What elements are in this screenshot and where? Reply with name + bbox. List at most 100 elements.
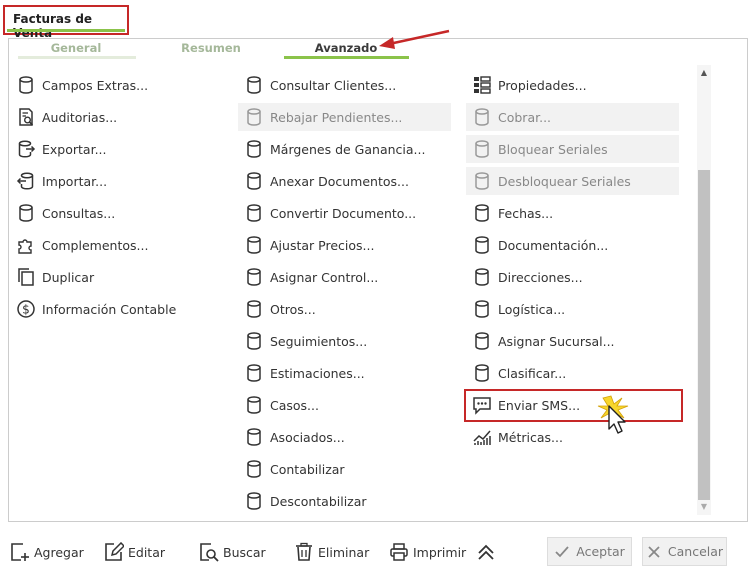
menu-item-logistica[interactable]: Logística... [466,295,679,323]
menu-item-direcciones[interactable]: Direcciones... [466,263,679,291]
database-icon [247,172,261,190]
cancel-button[interactable]: Cancelar [642,537,727,566]
menu-item-label: Casos... [270,397,319,413]
database-icon [247,268,261,286]
add-icon [11,543,29,561]
menu-item-complementos[interactable]: Complementos... [10,231,220,259]
menu-item-label: Cobrar... [498,109,552,125]
properties-icon [474,76,491,94]
menu-item-desbloquear-seriales[interactable]: Desbloquear Seriales [466,167,679,195]
menu-item-informacion-contable[interactable]: $ Información Contable [10,295,220,323]
menu-item-estimaciones[interactable]: Estimaciones... [238,359,451,387]
menu-item-descontabilizar[interactable]: Descontabilizar [238,487,451,515]
window-title: Facturas de Venta [13,12,93,40]
edit-icon [105,542,124,561]
scrollbar-thumb[interactable] [698,170,710,500]
menu-item-label: Consultar Clientes... [270,77,397,93]
menu-item-label: Ajustar Precios... [270,237,375,253]
menu-item-label: Fechas... [498,205,554,221]
menu-item-asociados[interactable]: Asociados... [238,423,451,451]
database-icon [247,204,261,222]
scroll-up-arrow-icon[interactable]: ▲ [698,67,710,79]
menu-item-label: Anexar Documentos... [270,173,409,189]
svg-text:$: $ [22,303,30,317]
menu-item-label: Márgenes de Ganancia... [270,141,426,157]
menu-item-fechas[interactable]: Fechas... [466,199,679,227]
menu-item-importar[interactable]: Importar... [10,167,220,195]
database-icon [475,300,489,318]
edit-button-label: Editar [128,544,166,560]
window-title-tab[interactable]: Facturas de Venta [3,5,129,40]
menu-item-documentacion[interactable]: Documentación... [466,231,679,259]
printer-icon [390,543,408,561]
menu-item-otros[interactable]: Otros... [238,295,451,323]
accept-button-label: Aceptar [576,544,625,559]
collapse-toolbar-button[interactable] [476,538,500,566]
tab-general[interactable]: General [40,41,112,55]
menu-item-contabilizar[interactable]: Contabilizar [238,455,451,483]
menu-item-casos[interactable]: Casos... [238,391,451,419]
menu-item-margenes-ganancia[interactable]: Márgenes de Ganancia... [238,135,451,163]
menu-item-label: Propiedades... [498,77,587,93]
menu-item-clasificar[interactable]: Clasificar... [466,359,679,387]
menu-item-consultar-clientes[interactable]: Consultar Clientes... [238,71,451,99]
trash-icon [296,542,312,561]
database-icon [247,236,261,254]
database-icon [19,76,33,94]
menu-item-exportar[interactable]: Exportar... [10,135,220,163]
menu-item-anexar-documentos[interactable]: Anexar Documentos... [238,167,451,195]
menu-item-asignar-sucursal[interactable]: Asignar Sucursal... [466,327,679,355]
scroll-down-arrow-icon[interactable]: ▼ [698,501,710,513]
delete-button[interactable]: Eliminar [294,538,369,566]
search-button-label: Buscar [223,544,266,560]
menu-item-rebajar-pendientes[interactable]: Rebajar Pendientes... [238,103,451,131]
menu-item-duplicar[interactable]: Duplicar [10,263,220,291]
import-icon [16,172,34,190]
menu-item-label: Información Contable [42,301,177,317]
print-button[interactable]: Imprimir [389,538,466,566]
close-icon [648,545,660,558]
search-button[interactable]: Buscar [199,538,266,566]
dollar-icon: $ [17,300,35,318]
menu-item-label: Complementos... [42,237,149,253]
database-icon [19,204,33,222]
database-icon [247,76,261,94]
database-icon [475,332,489,350]
menu-item-label: Direcciones... [498,269,583,285]
cancel-button-label: Cancelar [667,544,724,559]
menu-item-label: Importar... [42,173,108,189]
database-icon [247,396,261,414]
menu-item-label: Bloquear Seriales [498,141,608,157]
menu-item-label: Documentación... [498,237,609,253]
database-icon [475,236,489,254]
menu-item-metricas[interactable]: Métricas... [466,423,679,451]
database-icon [247,364,261,382]
menu-item-campos-extras[interactable]: Campos Extras... [10,71,220,99]
menu-item-label: Estimaciones... [270,365,365,381]
menu-item-bloquear-seriales[interactable]: Bloquear Seriales [466,135,679,163]
menu-item-convertir-documento[interactable]: Convertir Documento... [238,199,451,227]
print-button-label: Imprimir [413,544,467,560]
menu-item-cobrar[interactable]: Cobrar... [466,103,679,131]
database-icon [247,460,261,478]
tab-resumen[interactable]: Resumen [172,41,250,55]
menu-item-label: Seguimientos... [270,333,368,349]
menu-item-seguimientos[interactable]: Seguimientos... [238,327,451,355]
menu-item-label: Asignar Sucursal... [498,333,615,349]
menu-item-label: Auditorias... [42,109,118,125]
menu-item-propiedades[interactable]: Propiedades... [466,71,679,99]
edit-button[interactable]: Editar [104,538,165,566]
add-button[interactable]: Agregar [10,538,84,566]
menu-item-auditorias[interactable]: Auditorias... [10,103,220,131]
metrics-icon [473,430,491,445]
menu-item-consultas[interactable]: Consultas... [10,199,220,227]
menu-item-asignar-control[interactable]: Asignar Control... [238,263,451,291]
mouse-cursor-icon [597,395,629,434]
database-icon [247,140,261,158]
menu-item-label: Otros... [270,301,316,317]
menu-item-label: Duplicar [42,269,95,285]
export-icon [18,140,36,158]
menu-item-ajustar-precios[interactable]: Ajustar Precios... [238,231,451,259]
database-icon [247,108,261,126]
accept-button[interactable]: Aceptar [547,537,632,566]
